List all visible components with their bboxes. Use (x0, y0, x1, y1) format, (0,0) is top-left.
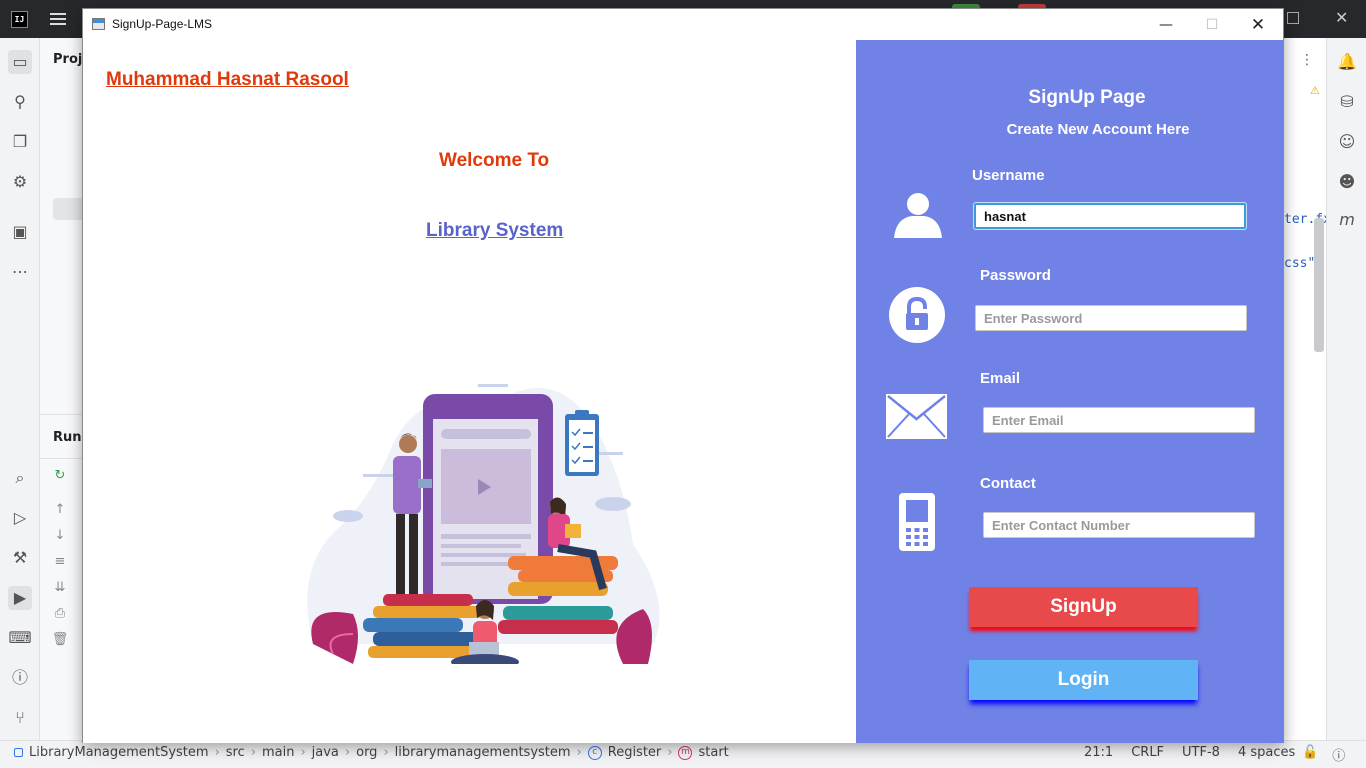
window-title-bar[interactable]: SignUp-Page-LMS — ☐ ✕ (83, 9, 1283, 40)
signup-form-pane: SignUp Page Create New Account Here User… (856, 40, 1283, 743)
breadcrumb: LibraryManagementSystem › src › main › j… (14, 745, 729, 760)
breadcrumb-item[interactable]: java (312, 745, 339, 760)
contact-input[interactable] (983, 512, 1255, 538)
breadcrumb-item[interactable]: org (356, 745, 377, 760)
run-panel-title[interactable]: Run (53, 430, 82, 445)
run-tool-icon[interactable]: ▶ (8, 586, 32, 610)
breadcrumb-item[interactable]: main (262, 745, 294, 760)
editor-options-icon[interactable]: ⋮ (1300, 52, 1314, 68)
clear-trash-icon[interactable]: 🗑 (50, 630, 70, 650)
class-icon: c (587, 745, 602, 760)
maven-icon[interactable]: m (1335, 208, 1359, 232)
project-folder-icon[interactable]: ▭ (8, 50, 32, 74)
notifications-icon[interactable]: 🔔 (1335, 50, 1359, 74)
password-label: Password (980, 267, 1051, 284)
rerun-icon[interactable]: ↻ (50, 466, 70, 486)
git-icon[interactable]: ⑂ (8, 706, 32, 730)
structure-icon[interactable]: ⚲ (8, 90, 32, 114)
panel-divider (40, 414, 85, 415)
password-input[interactable] (975, 305, 1247, 331)
module-icon (14, 748, 23, 757)
close-icon[interactable]: ✕ (1235, 13, 1281, 37)
editor-scrollbar[interactable] (1314, 218, 1324, 352)
form-title: SignUp Page (1028, 87, 1146, 108)
ide-close-icon[interactable]: ✕ (1335, 8, 1348, 27)
intellij-logo-icon: IJ (11, 11, 28, 28)
contact-label: Contact (980, 475, 1036, 492)
breadcrumb-item[interactable]: src (226, 745, 245, 760)
breadcrumb-item[interactable]: librarymanagementsystem (395, 745, 571, 760)
copilot-icon[interactable]: ☻ (1335, 170, 1359, 194)
email-label: Email (980, 370, 1021, 387)
form-subtitle: Create New Account Here (1006, 121, 1190, 138)
problems-status-icon[interactable]: ⓘ (1332, 745, 1345, 764)
terminal-icon[interactable]: ⌨ (8, 626, 32, 650)
username-label: Username (972, 167, 1045, 184)
bookmarks-icon[interactable]: ❐ (8, 130, 32, 154)
status-bar: LibraryManagementSystem › src › main › j… (0, 740, 1366, 768)
soft-wrap-icon[interactable]: ≡ (50, 552, 70, 572)
author-name-link[interactable]: Muhammad Hasnat Rasool (106, 69, 349, 91)
user-icon (894, 193, 942, 238)
lock-icon[interactable]: 🔓 (1302, 745, 1318, 764)
minimize-icon[interactable]: — (1143, 13, 1189, 37)
email-input[interactable] (983, 407, 1255, 433)
editor-area (1284, 38, 1326, 740)
signup-button[interactable]: SignUp (969, 587, 1198, 627)
indent-setting[interactable]: 4 spaces (1238, 745, 1295, 760)
method-icon: m (678, 745, 693, 760)
cursor-position[interactable]: 21:1 (1084, 745, 1113, 760)
breadcrumb-item[interactable]: LibraryManagementSystem (29, 745, 209, 760)
scroll-down-icon[interactable]: ↓ (50, 526, 70, 546)
maximize-icon[interactable]: ☐ (1189, 13, 1235, 37)
signup-window: SignUp-Page-LMS — ☐ ✕ Muhammad Hasnat Ra… (82, 8, 1284, 743)
status-icons: 🔓 ⓘ (1302, 745, 1345, 764)
phone-icon (899, 493, 935, 551)
more-tools-icon[interactable]: ⋯ (8, 260, 32, 284)
chevron-right-icon: › (300, 745, 306, 760)
ide-restore-icon[interactable] (1287, 12, 1299, 24)
welcome-heading: Welcome To (439, 150, 550, 171)
chevron-right-icon: › (250, 745, 256, 760)
chevron-right-icon: › (667, 745, 673, 760)
breadcrumb-item[interactable]: Register (608, 745, 662, 760)
search-icon[interactable]: ⌕ (8, 466, 32, 490)
layout-icon[interactable]: ▣ (8, 220, 32, 244)
welcome-pane: Muhammad Hasnat Rasool Welcome To Librar… (83, 40, 856, 743)
problems-icon[interactable]: ⓘ (8, 666, 32, 690)
chevron-right-icon: › (576, 745, 582, 760)
main-menu-icon[interactable] (50, 10, 68, 28)
build-icon[interactable]: ⚒ (8, 546, 32, 570)
database-icon[interactable]: ⛁ (1335, 90, 1359, 114)
chevron-right-icon: › (214, 745, 220, 760)
envelope-icon (886, 394, 947, 439)
services-icon[interactable]: ▷ (8, 506, 32, 530)
line-ending[interactable]: CRLF (1131, 745, 1164, 760)
window-app-icon (92, 18, 105, 30)
file-encoding[interactable]: UTF-8 (1182, 745, 1220, 760)
lock-icon (889, 287, 945, 343)
library-illustration (307, 384, 660, 664)
login-button[interactable]: Login (969, 660, 1198, 700)
status-indicators: 21:1 CRLF UTF-8 4 spaces (1084, 745, 1295, 760)
right-tool-strip: 🔔 ⛁ ☺ ☻ m (1326, 38, 1366, 740)
left-tool-strip: ▭ ⚲ ❐ ⚙ ▣ ⋯ ⌕ ▷ ⚒ ▶ ⌨ ⓘ ⑂ (0, 38, 40, 740)
print-icon[interactable]: ⎙ (50, 604, 70, 624)
scroll-to-end-icon[interactable]: ⇊ (50, 578, 70, 598)
plugins-icon[interactable]: ⚙ (8, 170, 32, 194)
library-system-link[interactable]: Library System (426, 220, 563, 242)
breadcrumb-item[interactable]: start (698, 745, 728, 760)
panel-divider (40, 458, 85, 459)
ide-side-panel: Proje Run ↻ ↑ ↓ ≡ ⇊ ⎙ 🗑 (40, 38, 93, 740)
window-title: SignUp-Page-LMS (112, 17, 213, 31)
scroll-up-icon[interactable]: ↑ (50, 500, 70, 520)
chevron-right-icon: › (344, 745, 351, 760)
username-input[interactable] (974, 203, 1246, 229)
chevron-right-icon: › (383, 745, 389, 760)
